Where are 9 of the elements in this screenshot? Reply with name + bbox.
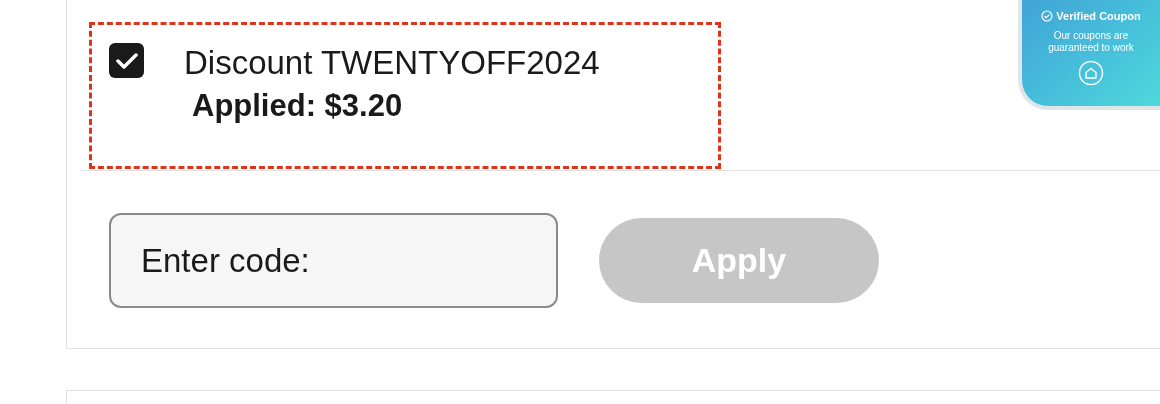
badge-title: Verified Coupon: [1056, 9, 1141, 24]
badge-text: Our coupons are guaranteed to work: [1047, 29, 1135, 54]
house-icon: [1078, 59, 1104, 86]
discount-label: Discount TWENTYOFF2024: [184, 43, 600, 83]
applied-amount: Applied: $3.20: [192, 87, 404, 125]
checkmark-icon: [115, 51, 138, 70]
checkbox[interactable]: [109, 43, 144, 78]
check-circle-icon: [1041, 10, 1054, 23]
code-field[interactable]: Enter code:: [109, 213, 558, 308]
